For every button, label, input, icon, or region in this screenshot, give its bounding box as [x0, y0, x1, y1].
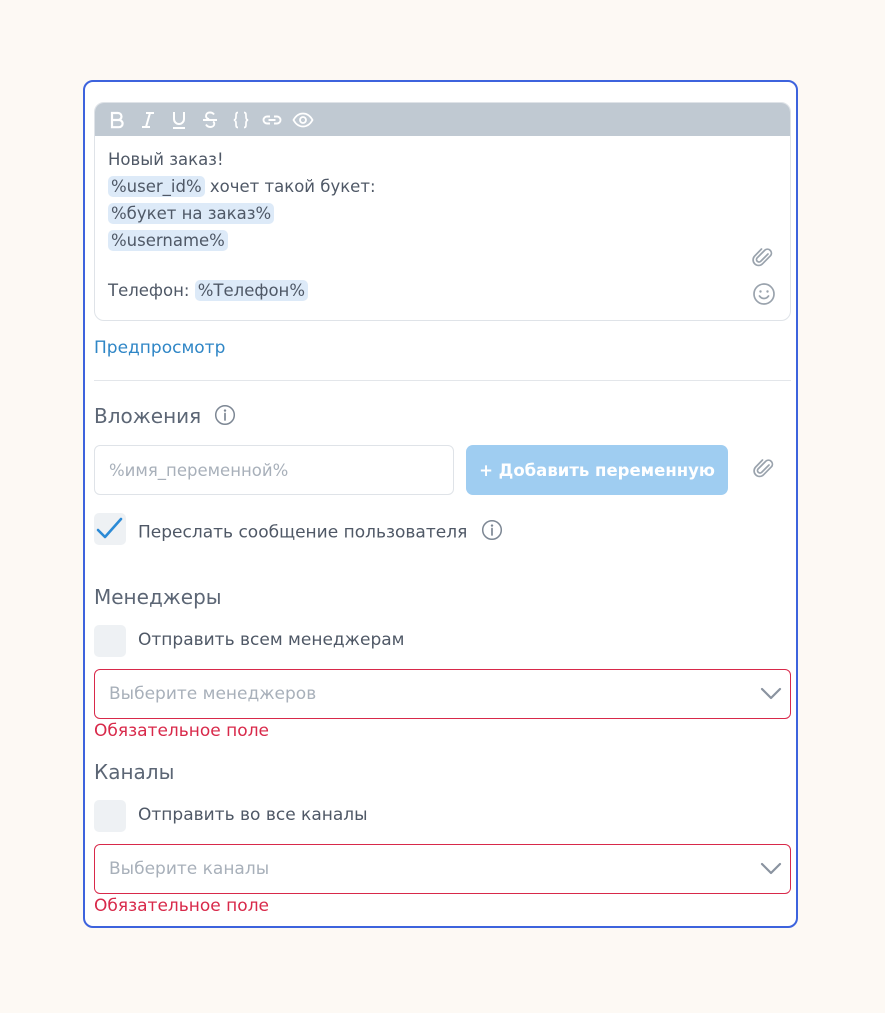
send-all-channels-checkbox[interactable] — [94, 800, 126, 832]
underline-icon[interactable] — [163, 103, 194, 136]
divider — [94, 380, 791, 381]
send-all-channels-label: Отправить во все каналы — [138, 805, 368, 825]
managers-error: Обязательное поле — [94, 721, 270, 741]
editor-line: Новый заказ! — [108, 150, 224, 169]
variable-chip: %username% — [108, 230, 228, 251]
bold-icon[interactable] — [101, 103, 132, 136]
managers-select[interactable]: Выберите менеджеров — [94, 669, 791, 719]
channels-error: Обязательное поле — [94, 896, 270, 916]
chevron-down-icon — [760, 859, 782, 884]
eye-icon[interactable] — [287, 103, 318, 136]
add-variable-button[interactable]: + Добавить переменную — [466, 445, 728, 495]
forward-message-label: Переслать сообщение пользователя — [138, 519, 503, 546]
editor-line: %букет на заказ% — [108, 200, 777, 227]
send-all-managers-label: Отправить всем менеджерам — [138, 630, 405, 650]
editor-toolbar — [95, 103, 790, 136]
attachments-title: Вложения — [94, 404, 236, 431]
variable-chip: %Телефон% — [194, 280, 309, 301]
info-icon[interactable] — [481, 519, 503, 546]
paperclip-icon[interactable] — [752, 245, 774, 273]
italic-icon[interactable] — [132, 103, 163, 136]
channels-select[interactable]: Выберите каналы — [94, 844, 791, 894]
send-all-managers-checkbox[interactable] — [94, 625, 126, 657]
info-icon[interactable] — [214, 404, 236, 431]
variable-name-input[interactable]: %имя_переменной% — [94, 445, 454, 495]
editor-line: Телефон: %Телефон% — [108, 277, 777, 304]
editor-content[interactable]: Новый заказ! %user_id% хочет такой букет… — [95, 136, 790, 304]
forward-message-checkbox[interactable] — [94, 513, 126, 545]
strikethrough-icon[interactable] — [194, 103, 225, 136]
variable-chip: %user_id% — [108, 176, 205, 197]
managers-title: Менеджеры — [94, 585, 222, 609]
code-braces-icon[interactable] — [225, 103, 256, 136]
editor-line: %username% — [108, 227, 777, 254]
checkmark-icon — [96, 517, 123, 539]
link-icon[interactable] — [256, 103, 287, 136]
channels-title: Каналы — [94, 760, 175, 784]
message-editor[interactable]: Новый заказ! %user_id% хочет такой букет… — [94, 102, 791, 321]
preview-link[interactable]: Предпросмотр — [94, 338, 225, 358]
chevron-down-icon — [760, 684, 782, 709]
editor-line: %user_id% хочет такой букет: — [108, 173, 777, 200]
smile-icon[interactable] — [752, 282, 776, 310]
paperclip-icon[interactable] — [753, 456, 775, 484]
variable-chip: %букет на заказ% — [108, 203, 275, 224]
message-settings-card: Новый заказ! %user_id% хочет такой букет… — [83, 80, 798, 928]
editor-empty-line — [108, 254, 777, 277]
